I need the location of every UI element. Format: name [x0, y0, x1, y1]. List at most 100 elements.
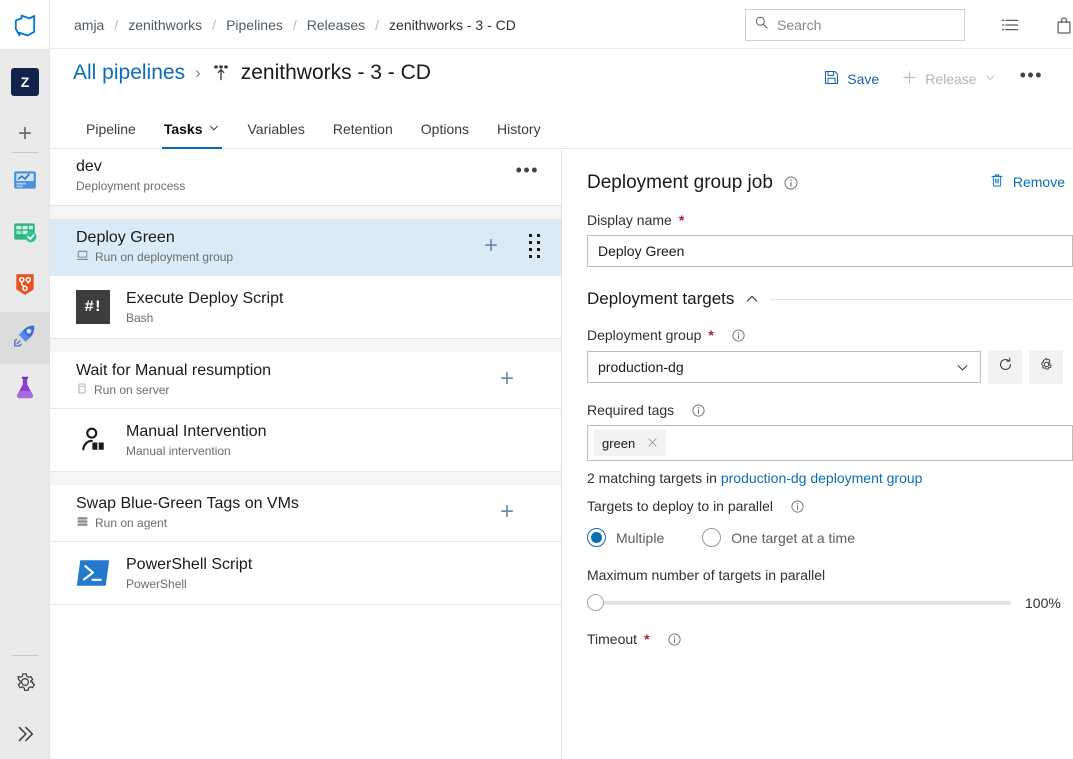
- search-icon: [754, 15, 769, 35]
- detail-header: Deployment group job Remove: [563, 150, 1073, 212]
- info-icon[interactable]: [731, 328, 746, 343]
- section-title: Deployment targets: [587, 289, 735, 308]
- remove-label: Remove: [1012, 173, 1065, 190]
- tab-pipeline[interactable]: Pipeline: [72, 109, 150, 149]
- gear-icon: [1038, 356, 1055, 378]
- tab-retention[interactable]: Retention: [319, 109, 407, 149]
- tab-bar: Pipeline Tasks Variables Retention Optio…: [50, 109, 1073, 149]
- detail-title: Deployment group job: [587, 172, 773, 193]
- task-powershell-script[interactable]: PowerShell Script PowerShell: [50, 542, 561, 605]
- bash-icon: #!: [76, 290, 110, 324]
- display-name-input[interactable]: Deploy Green: [587, 235, 1073, 267]
- label-text: Deployment group: [587, 327, 702, 343]
- tab-label: Tasks: [163, 121, 203, 137]
- rail-divider: [12, 152, 38, 153]
- matching-targets-text: 2 matching targets in production-dg depl…: [563, 470, 1073, 486]
- tab-variables[interactable]: Variables: [234, 109, 319, 149]
- deployment-group-row: production-dg: [563, 350, 1073, 384]
- search-input[interactable]: Search: [745, 9, 965, 41]
- test-plans-flask-icon: [12, 375, 38, 406]
- agent-icon: [76, 515, 89, 531]
- radio-one-target-at-a-time[interactable]: One target at a time: [702, 528, 855, 547]
- phase-wait-for-manual-resumption[interactable]: Wait for Manual resumption Run on server…: [50, 352, 561, 409]
- timeout-label: Timeout *: [563, 631, 1073, 647]
- radio-multiple[interactable]: Multiple: [587, 528, 664, 547]
- tag-label: green: [602, 435, 636, 451]
- plus-icon: +: [17, 120, 32, 147]
- rail-divider-bottom: [12, 655, 38, 656]
- add-task-button[interactable]: +: [495, 367, 519, 391]
- tab-tasks[interactable]: Tasks: [150, 109, 234, 149]
- label-text: Display name: [587, 212, 672, 228]
- required-tags-input[interactable]: green: [587, 425, 1073, 461]
- drag-handle[interactable]: [529, 233, 541, 259]
- tab-label: History: [497, 121, 541, 137]
- max-parallel-field: Maximum number of targets in parallel 10…: [563, 567, 1073, 611]
- info-icon[interactable]: [783, 175, 799, 191]
- add-task-button[interactable]: +: [479, 234, 503, 258]
- sidebar-item-test-plans[interactable]: [0, 364, 50, 416]
- max-parallel-slider[interactable]: [587, 594, 1011, 611]
- azure-devops-logo-icon[interactable]: [0, 0, 49, 49]
- deployment-group-field: Deployment group * production-dg: [563, 327, 1073, 384]
- parallel-targets-label: Targets to deploy to in parallel: [563, 498, 1073, 514]
- required-marker: *: [678, 212, 685, 228]
- phase-deploy-green[interactable]: Deploy Green Run on deployment group +: [50, 219, 561, 276]
- task-execute-deploy-script[interactable]: #! Execute Deploy Script Bash: [50, 276, 561, 339]
- info-icon[interactable]: [667, 632, 682, 647]
- settings-button[interactable]: [0, 658, 50, 710]
- sidebar-item-overview[interactable]: [0, 156, 50, 208]
- refresh-icon: [997, 356, 1014, 378]
- process-subtitle: Deployment process: [76, 179, 186, 193]
- marketplace-bag-icon[interactable]: [1050, 11, 1073, 39]
- slider-thumb[interactable]: [587, 594, 604, 611]
- pipelines-rocket-icon: [12, 323, 38, 354]
- task-subtitle: Bash: [126, 311, 154, 325]
- search-placeholder: Search: [777, 17, 822, 33]
- more-actions-button[interactable]: •••: [1010, 63, 1053, 94]
- double-chevron-right-icon: [14, 723, 36, 750]
- expand-rail-button[interactable]: [0, 710, 50, 759]
- all-pipelines-link[interactable]: All pipelines: [73, 61, 185, 85]
- chevron-down-icon: [984, 71, 997, 87]
- tab-label: Variables: [247, 121, 305, 137]
- breadcrumb-pipelines[interactable]: Pipelines: [216, 17, 293, 33]
- remove-button[interactable]: Remove: [989, 172, 1065, 191]
- work-items-icon[interactable]: [996, 11, 1024, 39]
- close-icon[interactable]: [647, 436, 658, 450]
- sidebar-item-boards[interactable]: [0, 208, 50, 260]
- required-marker: *: [708, 327, 714, 343]
- info-icon[interactable]: [790, 499, 805, 514]
- task-name: Manual Intervention: [126, 423, 267, 440]
- deployment-group-select[interactable]: production-dg: [587, 351, 981, 383]
- breadcrumb-releases[interactable]: Releases: [297, 17, 375, 33]
- breadcrumb-organization[interactable]: amja: [64, 17, 114, 33]
- matching-targets-prefix: 2 matching targets in: [587, 470, 721, 486]
- breadcrumb-project[interactable]: zenithworks: [118, 17, 212, 33]
- tab-options[interactable]: Options: [407, 109, 483, 149]
- timeout-field: Timeout *: [563, 631, 1073, 647]
- deployment-group-label: Deployment group *: [563, 327, 1073, 343]
- chevron-down-icon: [208, 121, 220, 137]
- add-task-button[interactable]: +: [495, 500, 519, 524]
- tab-label: Options: [420, 121, 470, 137]
- deployment-process-header[interactable]: dev Deployment process •••: [50, 150, 561, 206]
- deployment-group-link[interactable]: production-dg deployment group: [721, 470, 923, 486]
- task-manual-intervention[interactable]: Manual Intervention Manual intervention: [50, 409, 561, 472]
- process-more-button[interactable]: •••: [510, 160, 545, 187]
- save-button[interactable]: Save: [814, 64, 888, 94]
- release-button[interactable]: Release: [892, 64, 1005, 94]
- phase-swap-blue-green-tags[interactable]: Swap Blue-Green Tags on VMs Run on agent…: [50, 485, 561, 542]
- breadcrumb: amja / zenithworks / Pipelines / Release…: [64, 0, 526, 49]
- breadcrumb-current[interactable]: zenithworks - 3 - CD: [379, 17, 526, 33]
- sidebar-item-pipelines[interactable]: [0, 312, 50, 364]
- info-icon[interactable]: [691, 403, 706, 418]
- display-name-label: Display name *: [587, 212, 1073, 228]
- refresh-deployment-groups-button[interactable]: [988, 350, 1022, 384]
- sidebar-item-repos[interactable]: [0, 260, 50, 312]
- deployment-targets-section-header[interactable]: Deployment targets: [563, 289, 1073, 309]
- manage-deployment-group-button[interactable]: [1029, 350, 1063, 384]
- project-avatar[interactable]: Z: [0, 56, 50, 108]
- tag-chip[interactable]: green: [594, 430, 667, 456]
- tab-history[interactable]: History: [483, 109, 555, 149]
